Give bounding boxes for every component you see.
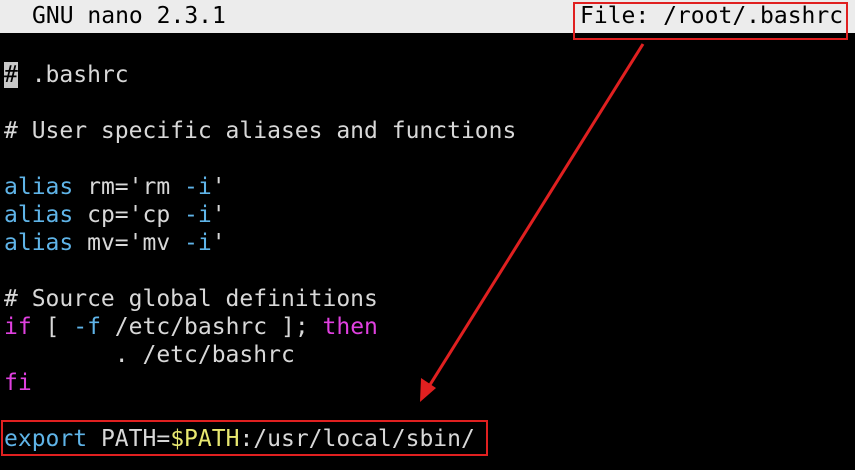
file-path-highlight-box [573, 2, 848, 40]
fi-line: fi [4, 369, 854, 397]
editor-buffer[interactable]: # .bashrc # User specific aliases and fu… [4, 61, 854, 453]
alias-flag: -i [184, 230, 212, 256]
alias-line-mv: alias mv='mv -i' [4, 229, 854, 257]
if-path: /etc/bashrc ]; [100, 314, 323, 340]
alias-flag: -i [184, 174, 212, 200]
alias-body: cp='cp [73, 202, 185, 228]
text-cursor: # [4, 62, 18, 88]
editor-line-4 [4, 145, 854, 173]
alias-quote: ' [211, 230, 226, 256]
alias-flag: -i [184, 202, 212, 228]
editor-line-2 [4, 89, 854, 117]
editor-line-1: # .bashrc [4, 61, 854, 89]
alias-keyword: alias [4, 230, 74, 256]
export-line-highlight-box [1, 420, 488, 456]
fi-keyword: fi [4, 370, 32, 396]
alias-body: rm='rm [73, 174, 185, 200]
app-name: GNU nano 2.3.1 [32, 3, 226, 29]
alias-body: mv='mv [73, 230, 185, 256]
alias-quote: ' [211, 202, 226, 228]
alias-line-rm: alias rm='rm -i' [4, 173, 854, 201]
editor-line-8 [4, 257, 854, 285]
source-line: . /etc/bashrc [4, 342, 295, 368]
if-flag: -f [73, 314, 101, 340]
editor-line-3: # User specific aliases and functions [4, 118, 517, 144]
if-line: if [ -f /etc/bashrc ]; then [4, 313, 854, 341]
alias-quote: ' [211, 174, 226, 200]
then-keyword: then [322, 314, 378, 340]
source-comment-line: # Source global definitions [4, 286, 378, 312]
if-keyword: if [4, 314, 32, 340]
alias-line-cp: alias cp='cp -i' [4, 201, 854, 229]
alias-keyword: alias [4, 202, 74, 228]
line-1-text: .bashrc [17, 62, 129, 88]
alias-keyword: alias [4, 174, 74, 200]
if-bracket: [ [31, 314, 74, 340]
